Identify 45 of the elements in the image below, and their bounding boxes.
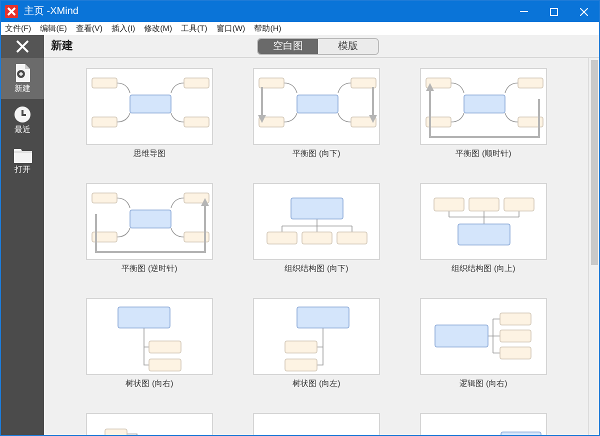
- folder-icon: [14, 148, 32, 162]
- sidebar-item[interactable]: 打开: [1, 140, 44, 181]
- menu-item[interactable]: 查看(V): [76, 24, 103, 32]
- page-title: 新建: [51, 38, 73, 54]
- template-label: 平衡图 (逆时针): [122, 265, 178, 273]
- sidebar-item[interactable]: 新建: [1, 58, 44, 99]
- tab[interactable]: 空白图: [258, 39, 318, 54]
- scrollbar-thumb[interactable]: [590, 60, 598, 265]
- menu-item[interactable]: 编辑(E): [40, 24, 67, 32]
- template-card[interactable]: [86, 183, 213, 260]
- template-card[interactable]: [420, 68, 547, 145]
- menu-item[interactable]: 帮助(H): [254, 24, 282, 32]
- template-label: 组织结构图 (向下): [284, 265, 348, 273]
- menu-item[interactable]: 文件(F): [5, 24, 32, 32]
- template-card[interactable]: [420, 183, 547, 260]
- app-logo-icon: [5, 5, 18, 18]
- template-card[interactable]: [86, 298, 213, 375]
- diagram-drawing: [284, 306, 350, 372]
- close-button[interactable]: [1, 35, 44, 58]
- diagram-drawing: [117, 306, 182, 372]
- template-label: 逻辑图 (向右): [460, 380, 508, 388]
- maximize-icon: [550, 8, 558, 16]
- window-title: 主页 -XMind: [24, 4, 80, 19]
- template-card[interactable]: [420, 298, 547, 375]
- menu-item[interactable]: 修改(M): [144, 24, 172, 32]
- menu-item[interactable]: 窗口(W): [216, 24, 246, 32]
- sidebar-item[interactable]: 最近: [1, 99, 44, 140]
- new-file-icon: [14, 64, 30, 82]
- template-label: 组织结构图 (向上): [452, 265, 516, 273]
- close-icon: [580, 8, 588, 16]
- template-label: 树状图 (向右): [126, 380, 174, 388]
- template-card[interactable]: [253, 68, 380, 145]
- menu-item[interactable]: 工具(T): [181, 24, 208, 32]
- template-label: 树状图 (向左): [292, 380, 340, 388]
- scrollbar[interactable]: [588, 58, 599, 435]
- close-icon: [16, 40, 29, 53]
- minimize-icon: [520, 11, 528, 12]
- template-card[interactable]: [86, 68, 213, 145]
- template-label: 平衡图 (顺时针): [456, 150, 512, 158]
- template-card[interactable]: [253, 183, 380, 260]
- template-label: 平衡图 (向下): [292, 150, 340, 158]
- template-card[interactable]: [253, 298, 380, 375]
- template-label: 思维导图: [134, 150, 166, 158]
- menu-item[interactable]: 插入(I): [112, 24, 136, 32]
- clock-icon: [14, 106, 31, 122]
